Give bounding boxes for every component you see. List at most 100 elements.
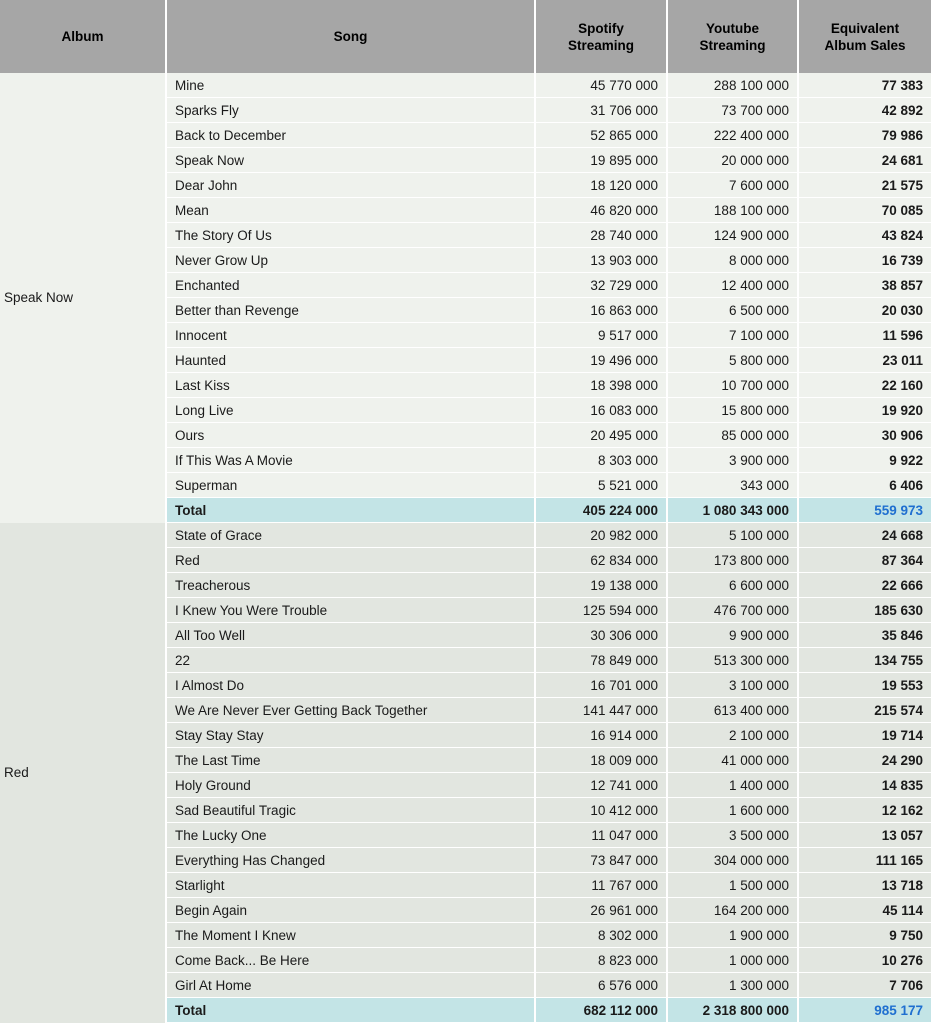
youtube-streaming-cell: 15 800 000 xyxy=(667,397,799,423)
spotify-streaming-cell: 19 895 000 xyxy=(535,147,668,173)
column-header-spotify-line2: Streaming xyxy=(567,37,635,53)
album-name-cell: Red xyxy=(0,522,167,1023)
equivalent-album-sales-cell: 985 177 xyxy=(798,997,931,1023)
spotify-streaming-cell: 11 047 000 xyxy=(535,822,668,848)
spotify-streaming-cell: 12 741 000 xyxy=(535,772,668,798)
equivalent-album-sales-cell: 19 920 xyxy=(798,397,931,423)
spotify-streaming-cell: 73 847 000 xyxy=(535,847,668,873)
song-name-cell: All Too Well xyxy=(166,622,536,648)
spotify-streaming-cell: 13 903 000 xyxy=(535,247,668,273)
equivalent-album-sales-cell: 16 739 xyxy=(798,247,931,273)
song-name-cell: Mine xyxy=(166,73,536,98)
table-row: Speak Now Mine 45 770 000 288 100 000 77 383 xyxy=(0,73,931,523)
equivalent-album-sales-cell: 87 364 xyxy=(798,547,931,573)
spotify-streaming-cell: 8 303 000 xyxy=(535,447,668,473)
column-header-youtube-streaming: Youtube Streaming xyxy=(667,0,799,73)
youtube-streaming-cell: 3 100 000 xyxy=(667,672,799,698)
song-name-cell: I Knew You Were Trouble xyxy=(166,597,536,623)
song-name-cell: Treacherous xyxy=(166,572,536,598)
spotify-streaming-cell: 11 767 000 xyxy=(535,872,668,898)
youtube-streaming-cell: 6 600 000 xyxy=(667,572,799,598)
equivalent-album-sales-cell: 70 085 xyxy=(798,197,931,223)
song-name-cell: State of Grace xyxy=(166,522,536,548)
spotify-streaming-cell: 16 863 000 xyxy=(535,297,668,323)
equivalent-album-sales-cell: 24 668 xyxy=(798,522,931,548)
song-name-cell: Sad Beautiful Tragic xyxy=(166,797,536,823)
youtube-streaming-cell: 6 500 000 xyxy=(667,297,799,323)
equivalent-album-sales-cell: 7 706 xyxy=(798,972,931,998)
song-name-cell: If This Was A Movie xyxy=(166,447,536,473)
equivalent-album-sales-cell: 19 553 xyxy=(798,672,931,698)
equivalent-album-sales-cell: 79 986 xyxy=(798,122,931,148)
spotify-streaming-cell: 78 849 000 xyxy=(535,647,668,673)
column-header-song: Song xyxy=(166,0,536,73)
song-name-cell: Starlight xyxy=(166,872,536,898)
equivalent-album-sales-cell: 10 276 xyxy=(798,947,931,973)
equivalent-album-sales-cell: 9 922 xyxy=(798,447,931,473)
youtube-streaming-cell: 9 900 000 xyxy=(667,622,799,648)
equivalent-album-sales-cell: 45 114 xyxy=(798,897,931,923)
song-name-cell: The Last Time xyxy=(166,747,536,773)
youtube-streaming-cell: 85 000 000 xyxy=(667,422,799,448)
youtube-streaming-cell: 188 100 000 xyxy=(667,197,799,223)
youtube-streaming-cell: 73 700 000 xyxy=(667,97,799,123)
equivalent-album-sales-cell: 559 973 xyxy=(798,497,931,523)
equivalent-album-sales-cell: 215 574 xyxy=(798,697,931,723)
equivalent-album-sales-cell: 19 714 xyxy=(798,722,931,748)
spotify-streaming-cell: 6 576 000 xyxy=(535,972,668,998)
equivalent-album-sales-cell: 13 718 xyxy=(798,872,931,898)
column-header-equivalent-line1: Equivalent xyxy=(830,20,900,36)
equivalent-album-sales-cell: 23 011 xyxy=(798,347,931,373)
song-name-cell: Better than Revenge xyxy=(166,297,536,323)
table-row: Red State of Grace 20 982 000 5 100 000 24 6… xyxy=(0,522,931,1023)
spotify-streaming-cell: 8 823 000 xyxy=(535,947,668,973)
song-name-cell: Come Back... Be Here xyxy=(166,947,536,973)
song-name-cell: Everything Has Changed xyxy=(166,847,536,873)
youtube-streaming-cell: 124 900 000 xyxy=(667,222,799,248)
song-name-cell: Innocent xyxy=(166,322,536,348)
spotify-streaming-cell: 52 865 000 xyxy=(535,122,668,148)
youtube-streaming-cell: 173 800 000 xyxy=(667,547,799,573)
song-name-cell: Stay Stay Stay xyxy=(166,722,536,748)
equivalent-album-sales-cell: 24 290 xyxy=(798,747,931,773)
youtube-streaming-cell: 164 200 000 xyxy=(667,897,799,923)
equivalent-album-sales-cell: 20 030 xyxy=(798,297,931,323)
column-header-youtube-line2: Streaming xyxy=(699,37,766,53)
equivalent-album-sales-cell: 22 666 xyxy=(798,572,931,598)
spotify-streaming-cell: 18 398 000 xyxy=(535,372,668,398)
column-header-spotify-line1: Spotify xyxy=(578,20,624,36)
song-name-cell: Sparks Fly xyxy=(166,97,536,123)
spotify-streaming-cell: 31 706 000 xyxy=(535,97,668,123)
spotify-streaming-cell: 62 834 000 xyxy=(535,547,668,573)
spotify-streaming-cell: 26 961 000 xyxy=(535,897,668,923)
equivalent-album-sales-cell: 185 630 xyxy=(798,597,931,623)
youtube-streaming-cell: 222 400 000 xyxy=(667,122,799,148)
youtube-streaming-cell: 2 318 800 000 xyxy=(667,997,799,1023)
column-header-album: Album xyxy=(0,0,167,73)
equivalent-album-sales-cell: 30 906 xyxy=(798,422,931,448)
youtube-streaming-cell: 613 400 000 xyxy=(667,697,799,723)
youtube-streaming-cell: 1 600 000 xyxy=(667,797,799,823)
spotify-streaming-cell: 125 594 000 xyxy=(535,597,668,623)
spotify-streaming-cell: 16 701 000 xyxy=(535,672,668,698)
equivalent-album-sales-cell: 12 162 xyxy=(798,797,931,823)
equivalent-album-sales-cell: 14 835 xyxy=(798,772,931,798)
column-header-youtube-line1: Youtube xyxy=(706,20,759,36)
album-name-cell: Speak Now xyxy=(0,73,167,523)
equivalent-album-sales-cell: 21 575 xyxy=(798,172,931,198)
equivalent-album-sales-cell: 13 057 xyxy=(798,822,931,848)
total-label-cell: Total xyxy=(166,497,536,523)
youtube-streaming-cell: 7 600 000 xyxy=(667,172,799,198)
song-name-cell: The Story Of Us xyxy=(166,222,536,248)
song-name-cell: I Almost Do xyxy=(166,672,536,698)
header-row: Album Song Spotify Streaming Youtube Str… xyxy=(0,0,931,73)
table-header: Album Song Spotify Streaming Youtube Str… xyxy=(0,0,931,73)
spotify-streaming-cell: 18 009 000 xyxy=(535,747,668,773)
spotify-streaming-cell: 5 521 000 xyxy=(535,472,668,498)
equivalent-album-sales-cell: 35 846 xyxy=(798,622,931,648)
equivalent-album-sales-cell: 42 892 xyxy=(798,97,931,123)
youtube-streaming-cell: 8 000 000 xyxy=(667,247,799,273)
column-header-spotify-streaming: Spotify Streaming xyxy=(535,0,668,73)
youtube-streaming-cell: 20 000 000 xyxy=(667,147,799,173)
column-header-equivalent-album-sales: Equivalent Album Sales xyxy=(798,0,931,73)
